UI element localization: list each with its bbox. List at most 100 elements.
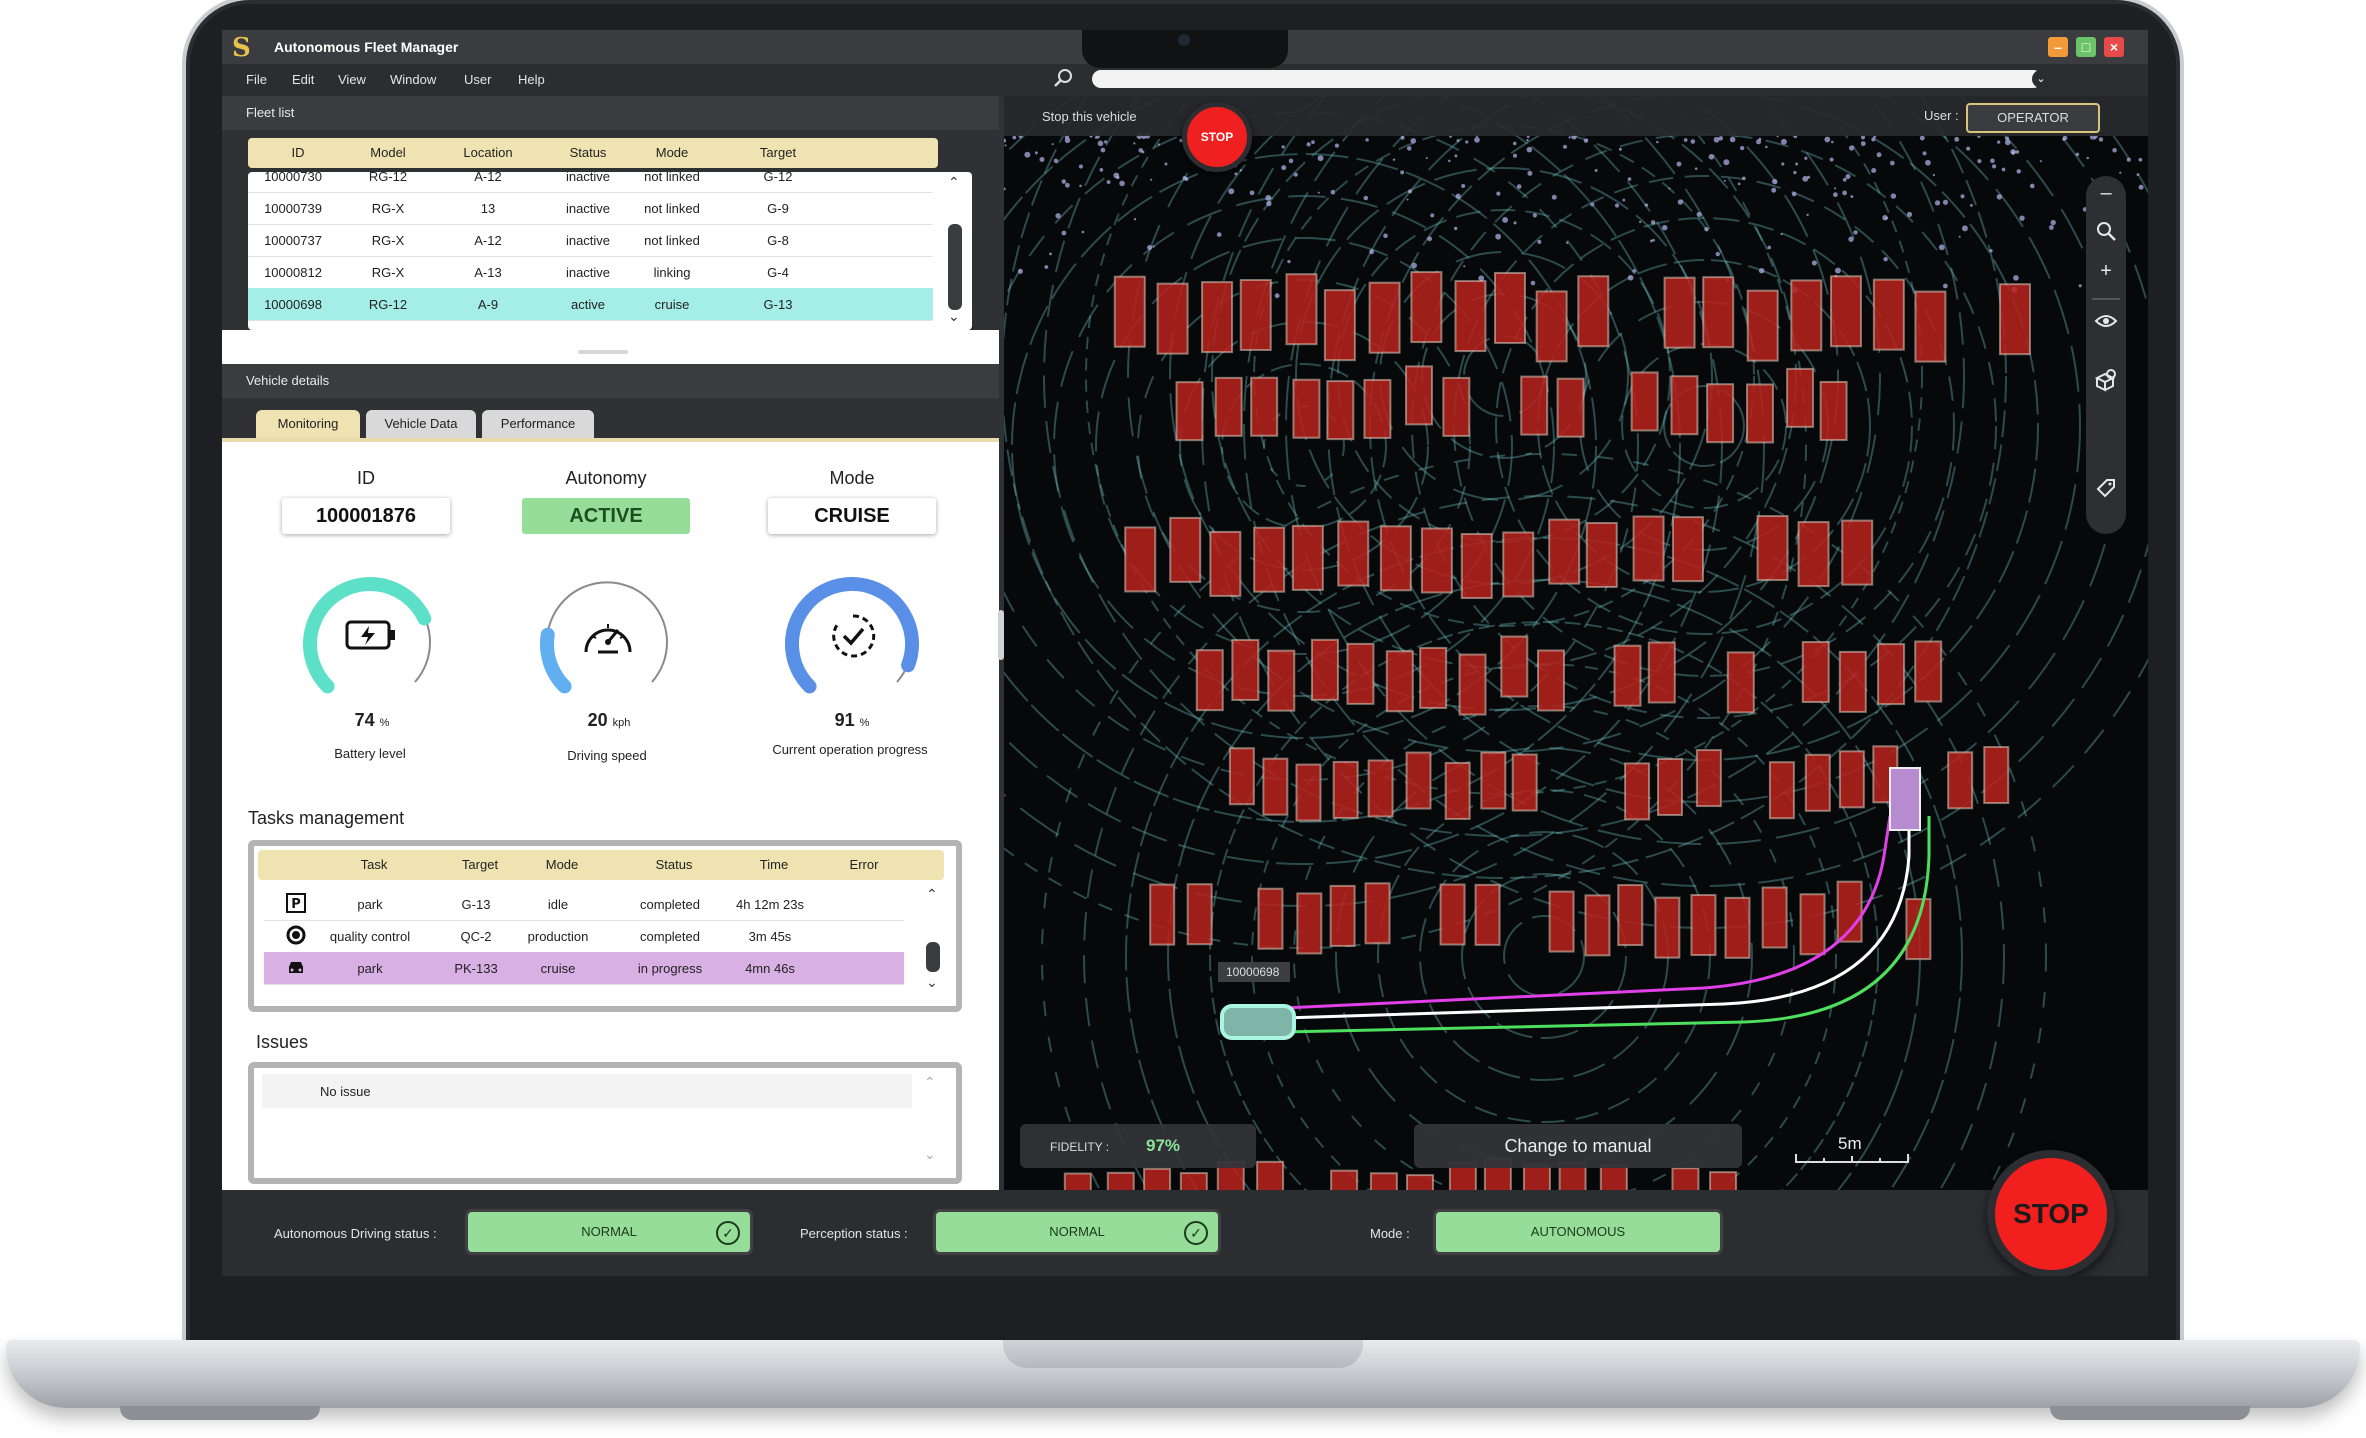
table-row[interactable]: 10000812 RG-X A-13 inactive linking G-4 — [248, 256, 933, 289]
lidar-point — [1306, 142, 1311, 147]
scroll-down-icon[interactable]: ⌄ — [924, 1146, 936, 1163]
minimize-button[interactable]: – — [2048, 37, 2068, 57]
task-row[interactable]: P park G-13 idle completed 4h 12m 23s — [264, 888, 904, 921]
tab-monitoring[interactable]: Monitoring — [256, 410, 360, 438]
detected-car — [1577, 275, 1610, 348]
lidar-point — [1274, 293, 1280, 299]
change-to-manual-button[interactable]: Change to manual — [1414, 1124, 1742, 1168]
resize-handle[interactable] — [578, 350, 628, 354]
lidar-point — [1906, 211, 1913, 218]
detected-car — [1454, 280, 1487, 353]
cell-target: PK-133 — [454, 961, 498, 976]
lidar-point — [2048, 225, 2054, 230]
lidar-point — [2015, 150, 2020, 154]
tab-vehicle-data[interactable]: Vehicle Data — [366, 410, 476, 438]
lidar-point — [1614, 203, 1620, 208]
detected-car — [1113, 275, 1146, 348]
speed-number: 20 — [587, 710, 608, 730]
table-row[interactable]: 10000739 RG-X 13 inactive not linked G-9 — [248, 192, 933, 225]
detected-car — [1998, 283, 2031, 356]
search-icon[interactable] — [1052, 66, 1076, 90]
zoom-out-icon[interactable]: – — [2086, 182, 2126, 205]
task-row-selected[interactable]: park PK-133 cruise in progress 4mn 46s — [264, 952, 904, 985]
menu-user[interactable]: User — [464, 72, 491, 87]
col-target[interactable]: Target — [462, 857, 498, 872]
col-status[interactable]: Status — [570, 145, 607, 160]
maximize-button[interactable]: □ — [2076, 37, 2096, 57]
table-row[interactable]: 10000737 RG-X A-12 inactive not linked G… — [248, 224, 933, 257]
lidar-point — [2098, 137, 2104, 142]
lidar-point — [1293, 172, 1298, 177]
scrollbar-thumb[interactable] — [948, 224, 962, 310]
menu-window[interactable]: Window — [390, 72, 436, 87]
lidar-ring — [1053, 195, 1555, 697]
menu-view[interactable]: View — [338, 72, 366, 87]
progress-number: 91 — [834, 710, 855, 730]
tab-performance[interactable]: Performance — [482, 410, 594, 438]
col-error[interactable]: Error — [850, 857, 879, 872]
chevron-down-icon[interactable]: ⌄ — [2032, 70, 2050, 88]
lidar-point — [1081, 230, 1085, 234]
col-target[interactable]: Target — [760, 145, 796, 160]
lidar-point — [1427, 236, 1433, 242]
table-row[interactable]: 10000730 RG-12 A-12 inactive not linked … — [248, 172, 933, 193]
lidar-point — [1138, 148, 1144, 153]
scroll-down-icon[interactable]: ⌄ — [948, 308, 960, 325]
col-time[interactable]: Time — [760, 857, 788, 872]
lidar-point — [1780, 138, 1787, 145]
laptop-foot-left — [120, 1406, 320, 1420]
stop-vehicle-button[interactable]: STOP — [1182, 102, 1252, 172]
col-location[interactable]: Location — [463, 145, 512, 160]
search-icon[interactable] — [2086, 220, 2126, 248]
table-row-selected[interactable]: 10000698 RG-12 A-9 active cruise G-13 — [248, 288, 933, 321]
lidar-point — [1594, 169, 1598, 173]
detected-car — [1228, 747, 1255, 806]
lidar-point — [1150, 178, 1153, 181]
detected-car — [1877, 643, 1906, 706]
scroll-up-icon[interactable]: ⌃ — [926, 886, 938, 903]
detected-car — [1410, 271, 1443, 344]
detected-car — [1535, 290, 1568, 363]
menu-file[interactable]: File — [246, 72, 267, 87]
menu-edit[interactable]: Edit — [292, 72, 314, 87]
left-panel: Fleet list ID Model Location Status Mode… — [222, 96, 1004, 1190]
lidar-point — [1495, 233, 1502, 240]
tag-icon[interactable] — [2086, 476, 2126, 506]
detected-car — [1253, 526, 1286, 593]
close-button[interactable]: × — [2104, 37, 2124, 57]
eye-icon[interactable] — [2086, 312, 2126, 336]
lidar-point — [1729, 136, 1736, 143]
issue-row[interactable]: No issue — [262, 1074, 912, 1108]
col-mode[interactable]: Mode — [546, 857, 579, 872]
col-status[interactable]: Status — [656, 857, 693, 872]
lidar-point — [1811, 260, 1817, 266]
objects-icon[interactable] — [2086, 368, 2126, 398]
menu-help[interactable]: Help — [518, 72, 545, 87]
scroll-up-icon[interactable]: ⌃ — [948, 174, 960, 191]
user-role-select[interactable]: OPERATOR — [1966, 103, 2100, 133]
lidar-point — [1713, 136, 1720, 143]
scrollbar-thumb[interactable] — [926, 942, 940, 972]
detected-car — [1385, 650, 1414, 713]
lidar-point — [1512, 141, 1517, 146]
detected-car — [1838, 750, 1865, 809]
lidar-point — [1065, 182, 1070, 188]
col-id[interactable]: ID — [292, 145, 305, 160]
emergency-stop-button[interactable]: STOP — [1987, 1150, 2115, 1276]
detected-car — [1613, 644, 1642, 707]
lidar-ring — [1083, 495, 2005, 1190]
detected-car — [1332, 760, 1359, 819]
col-mode[interactable]: Mode — [656, 145, 689, 160]
detected-car — [1914, 640, 1943, 703]
perception-map[interactable]: 10000698 Stop this vehicle User : OPERAT… — [1004, 96, 2148, 1190]
lidar-point — [1051, 143, 1054, 146]
search-input[interactable] — [1092, 70, 2042, 88]
zoom-in-icon[interactable]: + — [2086, 260, 2126, 283]
scroll-up-icon[interactable]: ⌃ — [924, 1074, 936, 1091]
detected-car — [1786, 367, 1815, 428]
scroll-down-icon[interactable]: ⌄ — [926, 974, 938, 991]
col-task[interactable]: Task — [361, 857, 388, 872]
col-model[interactable]: Model — [370, 145, 405, 160]
task-row[interactable]: quality control QC-2 production complete… — [264, 920, 904, 953]
laptop-opening-notch — [1003, 1340, 1363, 1368]
